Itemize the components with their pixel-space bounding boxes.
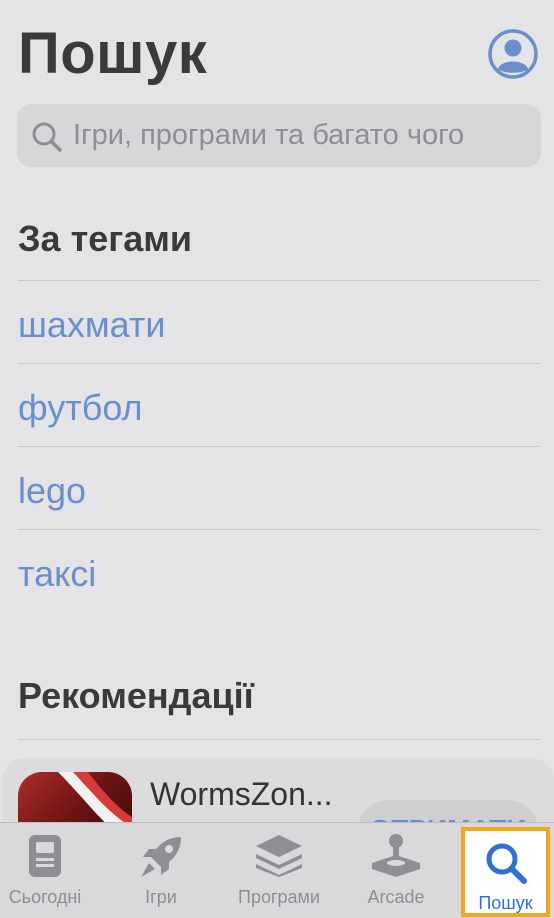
tab-games[interactable]: Ігри [115, 823, 207, 918]
tab-label: Arcade [367, 887, 425, 907]
today-icon [29, 835, 61, 877]
divider [18, 529, 540, 530]
tag-item-taxi[interactable]: таксі [18, 553, 96, 595]
tab-today[interactable]: Сьогодні [0, 823, 90, 918]
tag-item-chess[interactable]: шахмати [18, 304, 165, 346]
page-title: Пошук [18, 21, 208, 86]
divider [18, 739, 540, 740]
search-icon [486, 843, 527, 884]
search-field[interactable] [17, 104, 541, 167]
tag-item-football[interactable]: футбол [18, 387, 143, 429]
tab-label: Ігри [145, 887, 177, 907]
joystick-icon [372, 834, 420, 877]
recommendations-section-title: Рекомендації [18, 675, 254, 716]
search-input[interactable] [73, 104, 523, 167]
divider [18, 446, 540, 447]
search-icon [32, 122, 62, 152]
tab-arcade[interactable]: Arcade [352, 823, 440, 918]
account-button[interactable] [487, 28, 539, 80]
tab-label: Програми [238, 887, 320, 907]
divider [18, 363, 540, 364]
tab-label: Пошук [478, 893, 533, 913]
app-name: WormsZon... [150, 776, 333, 812]
divider [18, 280, 540, 281]
layers-icon [256, 835, 302, 877]
rocket-icon [141, 837, 181, 877]
account-icon [488, 29, 538, 79]
tab-apps[interactable]: Програми [228, 823, 330, 918]
tag-item-lego[interactable]: lego [18, 470, 86, 512]
tab-search[interactable]: Пошук [461, 827, 550, 917]
tab-bar: Сьогодні Ігри Програми Arcade Пошук [0, 822, 554, 918]
tags-section-title: За тегами [18, 218, 193, 259]
tab-label: Сьогодні [8, 887, 82, 907]
